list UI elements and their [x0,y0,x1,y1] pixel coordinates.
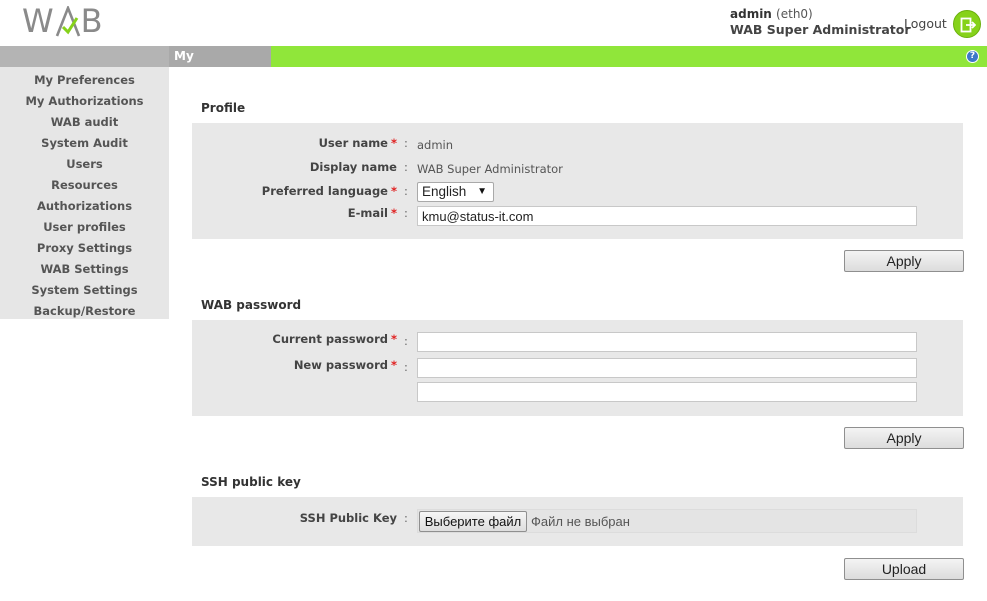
new-password-input[interactable] [417,358,917,378]
sidebar-item-my-authorizations[interactable]: My Authorizations [0,91,169,112]
sidebar-item-backup-restore[interactable]: Backup/Restore [0,301,169,322]
current-password-row: Current password * : [192,332,963,354]
dropdown-arrow-icon: ▼ [477,186,487,197]
colon: : [404,184,408,198]
logout-link[interactable]: Logout [904,16,947,31]
new-password-label: New password * [293,358,397,372]
profile-section-title: Profile [201,101,246,115]
display-name-value: WAB Super Administrator [417,162,563,176]
sidebar: My Preferences My Authorizations WAB aud… [0,67,169,319]
ssh-section-title: SSH public key [201,475,301,489]
new-password-row: New password * : [192,358,963,380]
logo-a-mark [55,4,81,38]
language-label: Preferred language * [261,184,397,198]
ssh-key-file-input: Выберите файл Файл не выбран [417,509,917,533]
password-apply-button[interactable]: Apply [844,427,964,449]
password-panel: Current password * : New password * : [192,320,963,416]
file-status: Файл не выбран [531,514,630,529]
language-row: Preferred language * : English ▼ [192,182,963,204]
required-marker: * [390,136,397,150]
user-role: WAB Super Administrator [730,22,911,37]
sidebar-item-proxy-settings[interactable]: Proxy Settings [0,238,169,259]
sidebar-item-system-settings[interactable]: System Settings [0,280,169,301]
sidebar-item-resources[interactable]: Resources [0,175,169,196]
colon: : [404,160,408,174]
username-label: User name * [318,136,397,150]
sidebar-item-system-audit[interactable]: System Audit [0,133,169,154]
colon: : [404,360,408,374]
colon: : [404,511,408,525]
sidebar-item-wab-audit[interactable]: WAB audit [0,112,169,133]
colon: : [404,136,408,150]
ssh-key-label: SSH Public Key [299,511,397,525]
ssh-panel: SSH Public Key : Выберите файл Файл не в… [192,497,963,546]
required-marker: * [390,358,397,372]
confirm-password-input[interactable] [417,382,917,402]
profile-panel: User name * : admin Display name : WAB Su… [192,123,963,239]
sidebar-item-authorizations[interactable]: Authorizations [0,196,169,217]
sidebar-item-user-profiles[interactable]: User profiles [0,217,169,238]
interface-name: (eth0) [776,7,813,21]
help-icon[interactable]: ? [966,50,979,63]
title-bar-spacer [0,46,169,67]
email-label: E-mail * [347,206,397,220]
required-marker: * [390,206,397,220]
colon: : [404,334,408,348]
current-user: admin [730,7,772,21]
email-input[interactable] [417,206,917,226]
logout-icon [960,17,976,33]
header: W B admin (eth0) WAB Super Administrator… [0,0,987,46]
display-name-row: Display name : WAB Super Administrator [192,158,963,180]
sidebar-item-my-preferences[interactable]: My Preferences [0,70,169,91]
language-select[interactable]: English ▼ [417,182,494,202]
logo-letter-w: W [22,2,55,40]
logout-button[interactable] [953,10,981,38]
display-name-label: Display name [309,160,397,174]
password-section-title: WAB password [201,298,302,312]
upload-button[interactable]: Upload [844,558,964,580]
ssh-key-row: SSH Public Key : Выберите файл Файл не в… [192,509,963,533]
current-password-label: Current password * [272,332,397,346]
logo-letter-b: B [80,2,104,40]
username-row: User name * : admin [192,134,963,156]
colon: : [404,206,408,220]
email-row: E-mail * : [192,206,963,228]
current-password-input[interactable] [417,332,917,352]
user-info: admin (eth0) WAB Super Administrator [730,6,910,38]
sidebar-item-users[interactable]: Users [0,154,169,175]
choose-file-button[interactable]: Выберите файл [419,511,527,532]
page-title: My Preferences [169,46,271,84]
required-marker: * [390,332,397,346]
language-selected-value: English [422,184,467,199]
sidebar-item-wab-settings[interactable]: WAB Settings [0,259,169,280]
required-marker: * [390,184,397,198]
wab-logo: W B [22,4,104,38]
title-bar: My Preferences ? [0,46,987,84]
profile-apply-button[interactable]: Apply [844,250,964,272]
confirm-password-row [192,382,963,404]
username-value: admin [417,138,454,152]
